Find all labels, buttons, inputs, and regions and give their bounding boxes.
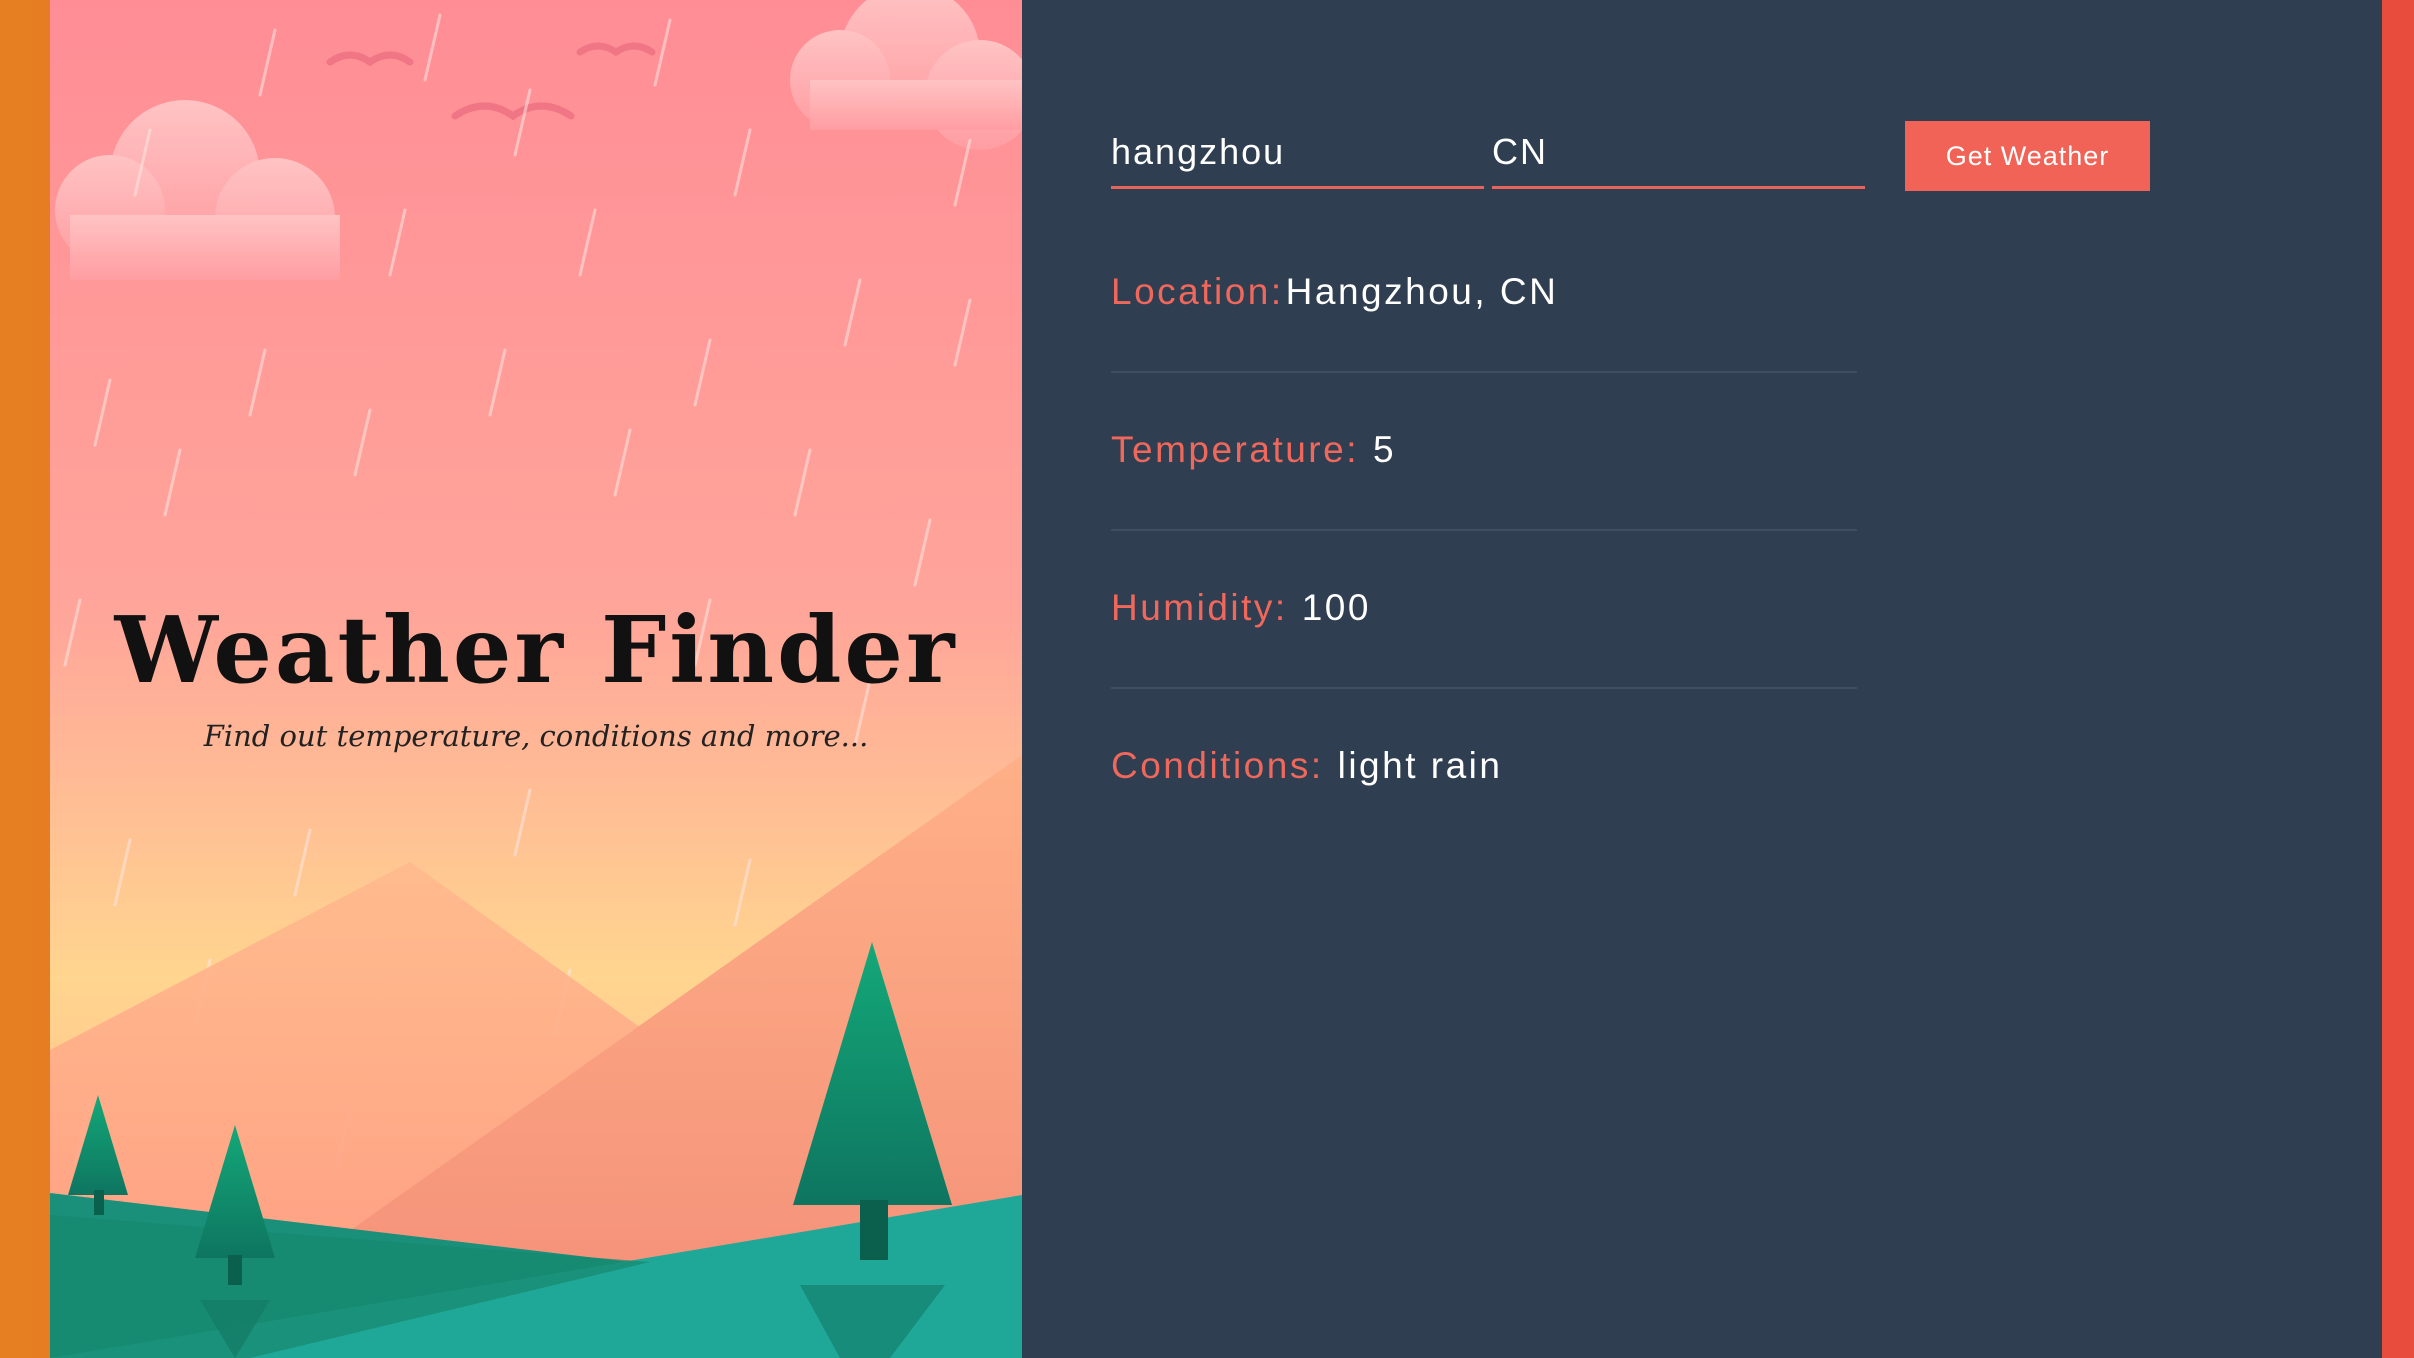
- get-weather-button[interactable]: Get Weather: [1905, 121, 2150, 191]
- hero-heading-block: Weather Finder Find out temperature, con…: [50, 596, 1022, 754]
- page-title: Weather Finder: [114, 596, 958, 704]
- hero-panel: Weather Finder Find out temperature, con…: [50, 0, 1022, 1358]
- location-label: Location:: [1111, 271, 1284, 312]
- humidity-row: Humidity: 100: [1111, 529, 1857, 689]
- app-frame: Weather Finder Find out temperature, con…: [50, 0, 2382, 1358]
- temperature-value: 5: [1373, 429, 1397, 470]
- location-value: Hangzhou, CN: [1285, 271, 1559, 312]
- temperature-row: Temperature: 5: [1111, 371, 1857, 531]
- conditions-row: Conditions: light rain: [1111, 687, 1857, 845]
- weather-panel: Get Weather Location: Hangzhou, CN Tempe…: [1022, 0, 2382, 1358]
- humidity-label: Humidity:: [1111, 587, 1288, 628]
- temperature-label: Temperature:: [1111, 429, 1359, 470]
- humidity-value: 100: [1301, 587, 1371, 628]
- city-input[interactable]: [1111, 118, 1484, 189]
- location-row: Location: Hangzhou, CN: [1111, 213, 1857, 373]
- conditions-value: light rain: [1337, 745, 1503, 786]
- country-input[interactable]: [1492, 118, 1865, 189]
- conditions-label: Conditions:: [1111, 745, 1324, 786]
- page-subtitle: Find out temperature, conditions and mor…: [203, 719, 869, 754]
